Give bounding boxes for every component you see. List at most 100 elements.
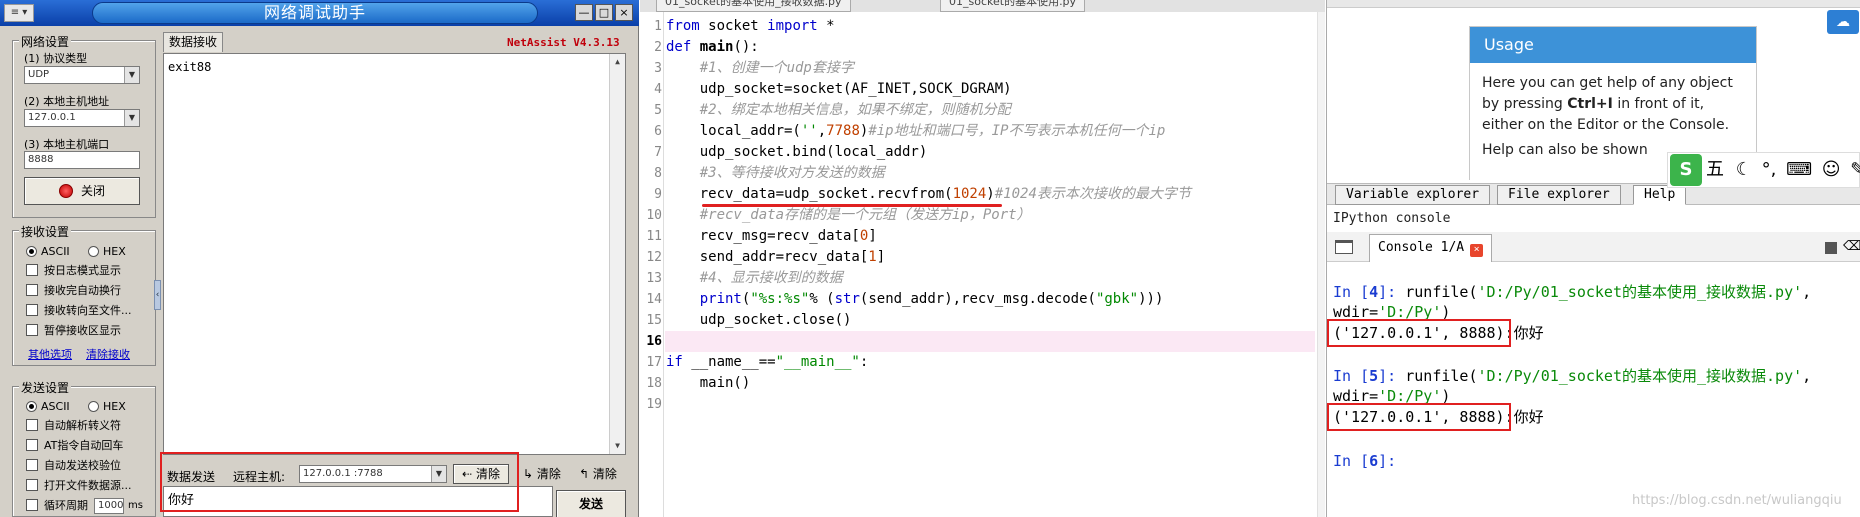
turn-up-arrow-icon: ↰ <box>579 467 590 481</box>
ipython-header: IPython console <box>1333 211 1451 226</box>
cycle-period-input[interactable]: 1000 <box>94 498 124 514</box>
net-settings-title: 网络设置 <box>19 33 72 50</box>
status-light-icon <box>58 184 73 198</box>
radio-icon <box>88 401 99 412</box>
keyboard-icon[interactable]: ⌨ <box>1786 159 1812 180</box>
help-toolbar <box>1327 0 1860 8</box>
checkbox-icon <box>26 499 38 511</box>
send-ascii-label: ASCII <box>41 400 70 413</box>
ime-logo-icon[interactable]: S <box>1670 154 1702 186</box>
send-hex-radio[interactable]: HEX <box>88 399 126 415</box>
radio-selected-icon <box>26 246 37 257</box>
radio-selected-icon <box>26 401 37 412</box>
ime-toolbar[interactable]: S五 ☾ °, ⌨ ☺ ✎ <box>1667 152 1860 188</box>
console-prompt[interactable]: In [6]: <box>1333 451 1405 471</box>
tab-console[interactable]: Console 1/A × <box>1369 234 1493 262</box>
close-icon[interactable]: × <box>1470 244 1484 257</box>
recv-ascii-label: ASCII <box>41 245 70 258</box>
send-option-label: 自动解析转义符 <box>44 419 121 432</box>
send-button[interactable]: 发送 <box>556 490 626 517</box>
send-option-checkbox[interactable]: 自动发送校验位 <box>26 458 121 474</box>
close-window-button[interactable]: × <box>615 4 633 21</box>
recv-scrollbar[interactable]: ▲ ▼ <box>609 54 625 454</box>
collapse-panel-handle[interactable]: ‹ <box>154 280 161 310</box>
editor-scrollbar[interactable] <box>1317 12 1325 517</box>
usage-line: by pressing Ctrl+I in front of it, <box>1482 94 1744 115</box>
close-connection-button[interactable]: 关闭 <box>24 177 140 205</box>
protocol-select[interactable]: UDP ▼ <box>24 66 140 84</box>
checkbox-icon <box>26 324 38 336</box>
local-ip-select[interactable]: 127.0.0.1 ▼ <box>24 109 140 127</box>
checkbox-icon <box>26 419 38 431</box>
eraser-icon[interactable]: ⌫ <box>1843 240 1860 254</box>
ime-mode[interactable]: 五 <box>1706 159 1724 180</box>
punctuation-icon[interactable]: °, <box>1762 159 1777 180</box>
checkbox-icon <box>26 439 38 451</box>
cycle-send-checkbox[interactable]: 循环周期 <box>26 498 88 514</box>
clear-all-button[interactable]: ↰ 清除 <box>579 464 617 484</box>
editor-tab[interactable]: 01_socket的基本使用_接收数据.py <box>656 0 851 12</box>
minimize-button[interactable]: — <box>575 4 593 21</box>
cloud-app-icon[interactable]: ☁ <box>1827 10 1859 34</box>
annotation-box-output <box>1327 319 1511 347</box>
scroll-down-icon[interactable]: ▼ <box>610 438 625 454</box>
recv-textarea[interactable]: exit88 ▲ ▼ <box>163 53 626 455</box>
editor-tabbar: 01_socket的基本使用_接收数据.py 01_socket的基本使用.py <box>640 0 1325 12</box>
annotation-underline <box>702 204 1002 207</box>
recv-option-checkbox[interactable]: 按日志模式显示 <box>26 263 121 279</box>
netassist-titlebar[interactable]: ≡ ▾ 网络调试助手 — □ × <box>0 0 639 26</box>
more-options-link[interactable]: 其他选项 <box>28 346 72 362</box>
checkbox-icon <box>26 479 38 491</box>
scroll-up-icon[interactable]: ▲ <box>610 54 625 70</box>
recv-option-checkbox[interactable]: 暂停接收区显示 <box>26 323 121 339</box>
console-line: In [5]: runfile('D:/Py/01_socket的基本使用_接收… <box>1333 367 1812 385</box>
recv-option-checkbox[interactable]: 接收转向至文件... <box>26 303 132 319</box>
clear-send-label: 清除 <box>536 467 561 481</box>
editor-tab[interactable]: 01_socket的基本使用.py <box>940 0 1086 12</box>
wrench-icon[interactable]: ✎ <box>1850 159 1860 180</box>
local-port-label: (3) 本地主机端口 <box>24 138 110 151</box>
clear-send-button[interactable]: ↳ 清除 <box>523 464 561 484</box>
radio-icon <box>88 246 99 257</box>
stop-icon[interactable] <box>1825 242 1837 254</box>
local-port-input[interactable]: 8888 <box>24 151 140 169</box>
send-ascii-radio[interactable]: ASCII <box>26 399 70 415</box>
tab-help[interactable]: Help <box>1633 185 1687 205</box>
send-option-label: 打开文件数据源... <box>44 479 132 492</box>
cycle-unit: ms <box>128 500 143 511</box>
send-option-checkbox[interactable]: 打开文件数据源... <box>26 478 132 494</box>
close-connection-label: 关闭 <box>80 184 105 198</box>
maximize-button[interactable]: □ <box>595 4 613 21</box>
protocol-label: (1) 协议类型 <box>24 52 88 65</box>
clear-recv-link[interactable]: 清除接收 <box>86 346 130 362</box>
user-icon[interactable]: ☺ <box>1822 159 1841 180</box>
tab-variable-explorer[interactable]: Variable explorer <box>1335 185 1491 205</box>
console-line: In [4]: runfile('D:/Py/01_socket的基本使用_接收… <box>1333 283 1812 301</box>
send-option-checkbox[interactable]: 自动解析转义符 <box>26 418 121 434</box>
recv-ascii-radio[interactable]: ASCII <box>26 244 70 260</box>
turn-down-arrow-icon: ↳ <box>523 467 534 481</box>
tab-file-explorer[interactable]: File explorer <box>1497 185 1621 205</box>
recv-hex-radio[interactable]: HEX <box>88 244 126 260</box>
checkbox-icon <box>26 264 38 276</box>
recv-tab[interactable]: 数据接收 <box>163 32 223 52</box>
moon-icon[interactable]: ☾ <box>1736 159 1752 180</box>
app-version: NetAssist V4.3.13 <box>507 36 620 49</box>
recv-settings-title: 接收设置 <box>19 223 72 240</box>
recv-option-checkbox[interactable]: 接收完自动换行 <box>26 283 121 299</box>
cycle-label: 循环周期 <box>44 499 88 512</box>
usage-line: Here you can get help of any object <box>1482 75 1733 91</box>
annotation-box-send <box>160 452 519 512</box>
app-menu-icon[interactable]: ≡ ▾ <box>4 4 34 22</box>
netassist-window: ≡ ▾ 网络调试助手 — □ × 网络设置 (1) 协议类型 UDP ▼ (2)… <box>0 0 639 517</box>
checkbox-icon <box>26 459 38 471</box>
folder-icon[interactable] <box>1335 240 1353 254</box>
local-ip-label: (2) 本地主机地址 <box>24 95 110 108</box>
chevron-down-icon[interactable]: ▼ <box>124 67 139 83</box>
chevron-down-icon[interactable]: ▼ <box>124 110 139 126</box>
send-option-checkbox[interactable]: AT指令自动回车 <box>26 438 123 454</box>
recv-option-label: 暂停接收区显示 <box>44 324 121 337</box>
send-settings-title: 发送设置 <box>19 379 72 396</box>
console-tabbar: Console 1/A × ⌫ <box>1327 232 1860 262</box>
checkbox-icon <box>26 284 38 296</box>
